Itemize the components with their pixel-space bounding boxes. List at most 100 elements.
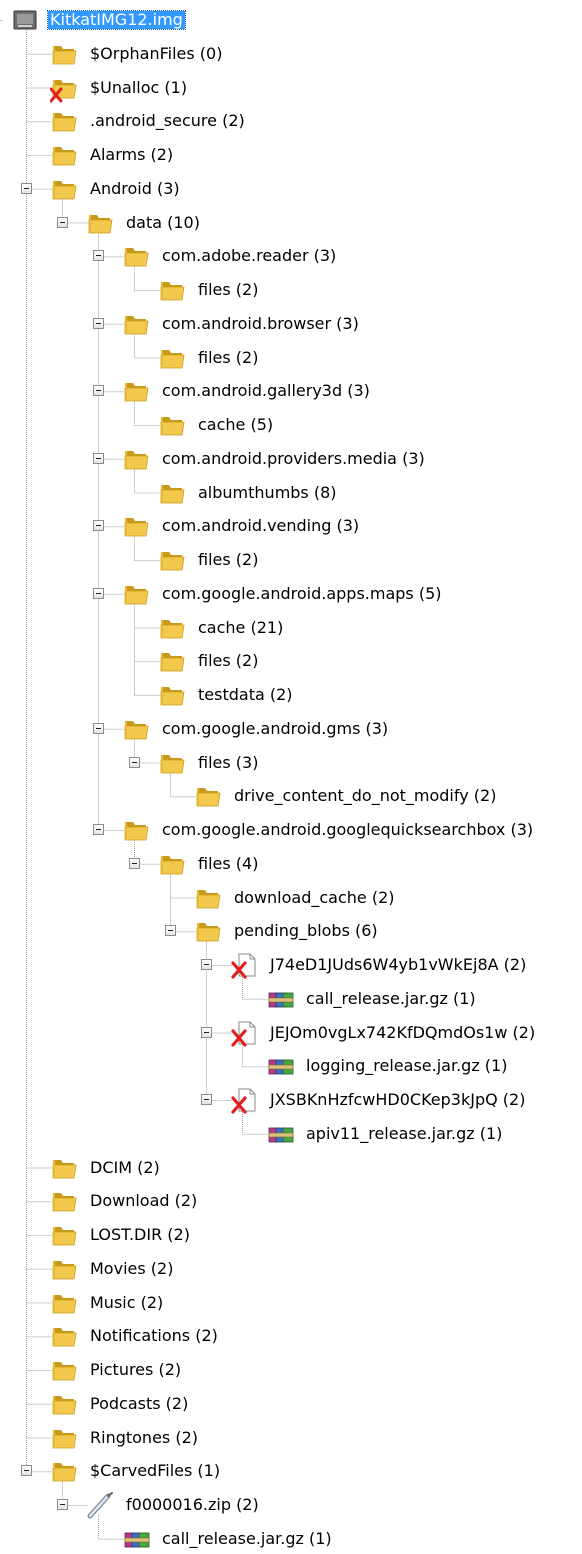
tree-node[interactable]: f0000016.zip (2): [0, 1490, 582, 1520]
tree-node[interactable]: J74eD1JUds6W4yb1vWkEj8A (2): [0, 950, 582, 980]
tree-node-label[interactable]: call_release.jar.gz (1): [160, 1529, 334, 1548]
tree-node[interactable]: JEJOm0vgLx742KfDQmdOs1w (2): [0, 1018, 582, 1048]
tree-node[interactable]: com.google.android.apps.maps (5): [0, 579, 582, 609]
tree-node[interactable]: Music (2): [0, 1288, 582, 1318]
tree-node[interactable]: cache (21): [0, 613, 582, 643]
tree-node[interactable]: drive_content_do_not_modify (2): [0, 781, 582, 811]
tree-node-label[interactable]: com.google.android.gms (3): [160, 719, 390, 738]
collapse-toggle-icon[interactable]: [129, 756, 140, 768]
tree-node-label[interactable]: Download (2): [88, 1192, 199, 1210]
tree-node-label[interactable]: com.android.providers.media (3): [160, 449, 427, 468]
collapse-toggle-icon[interactable]: [93, 385, 104, 397]
collapse-toggle-icon[interactable]: [201, 1026, 212, 1038]
tree-node[interactable]: files (2): [0, 646, 582, 676]
tree-node[interactable]: com.android.providers.media (3): [0, 444, 582, 474]
tree-node-label[interactable]: files (2): [196, 281, 260, 299]
tree-node[interactable]: download_cache (2): [0, 883, 582, 913]
tree-node-label[interactable]: $Unalloc (1): [88, 78, 189, 97]
tree-node-label[interactable]: call_release.jar.gz (1): [304, 989, 478, 1008]
tree-node[interactable]: testdata (2): [0, 680, 582, 710]
tree-node-label[interactable]: f0000016.zip (2): [124, 1496, 261, 1514]
tree-node[interactable]: KitkatIMG12.img: [0, 5, 582, 35]
tree-node[interactable]: com.android.gallery3d (3): [0, 376, 582, 406]
tree-node-label[interactable]: $OrphanFiles (0): [88, 44, 224, 63]
tree-node[interactable]: data (10): [0, 208, 582, 238]
tree-node-label[interactable]: Podcasts (2): [88, 1394, 190, 1413]
tree-node[interactable]: Ringtones (2): [0, 1423, 582, 1453]
tree-node[interactable]: Notifications (2): [0, 1321, 582, 1351]
tree-node[interactable]: DCIM (2): [0, 1153, 582, 1183]
tree-node[interactable]: files (2): [0, 343, 582, 373]
tree-node-label[interactable]: files (3): [196, 753, 260, 772]
tree-node[interactable]: files (4): [0, 849, 582, 879]
tree-node-label[interactable]: files (2): [196, 652, 260, 670]
tree-node-label[interactable]: data (10): [124, 213, 202, 232]
collapse-toggle-icon[interactable]: [93, 722, 104, 734]
tree-node-label[interactable]: testdata (2): [196, 686, 295, 704]
tree-node-label[interactable]: download_cache (2): [232, 888, 397, 907]
tree-node-label[interactable]: cache (5): [196, 416, 275, 434]
tree-node[interactable]: call_release.jar.gz (1): [0, 984, 582, 1014]
collapse-toggle-icon[interactable]: [21, 182, 32, 194]
collapse-toggle-icon[interactable]: [201, 1094, 212, 1105]
tree-node[interactable]: com.google.android.gms (3): [0, 714, 582, 744]
tree-node[interactable]: Pictures (2): [0, 1355, 582, 1385]
collapse-toggle-icon[interactable]: [57, 1499, 68, 1510]
tree-node[interactable]: files (2): [0, 545, 582, 575]
tree-node[interactable]: albumthumbs (8): [0, 478, 582, 508]
tree-node-label[interactable]: Android (3): [88, 179, 182, 198]
tree-node[interactable]: com.google.android.googlequicksearchbox …: [0, 815, 582, 845]
tree-node[interactable]: JXSBKnHzfcwHD0CKep3kJpQ (2): [0, 1085, 582, 1115]
tree-node-label[interactable]: com.adobe.reader (3): [160, 247, 338, 265]
tree-node[interactable]: com.android.vending (3): [0, 511, 582, 541]
tree-node[interactable]: $Unalloc (1): [0, 73, 582, 103]
tree-node-label[interactable]: files (2): [196, 348, 260, 367]
collapse-toggle-icon[interactable]: [129, 857, 140, 869]
tree-node-label[interactable]: albumthumbs (8): [196, 483, 339, 502]
tree-node-label[interactable]: $CarvedFiles (1): [88, 1462, 222, 1480]
collapse-toggle-icon[interactable]: [93, 250, 104, 262]
tree-node[interactable]: Movies (2): [0, 1254, 582, 1284]
tree-node[interactable]: Alarms (2): [0, 140, 582, 170]
tree-node-label[interactable]: com.android.browser (3): [160, 314, 361, 333]
tree-node[interactable]: logging_release.jar.gz (1): [0, 1051, 582, 1081]
tree-node-label[interactable]: logging_release.jar.gz (1): [304, 1057, 509, 1075]
collapse-toggle-icon[interactable]: [93, 824, 104, 835]
tree-node-label[interactable]: Pictures (2): [88, 1361, 183, 1379]
tree-node[interactable]: Podcasts (2): [0, 1389, 582, 1419]
tree-node-label[interactable]: com.google.android.apps.maps (5): [160, 584, 444, 603]
tree-node[interactable]: .android_secure (2): [0, 106, 582, 136]
tree-node[interactable]: pending_blobs (6): [0, 916, 582, 946]
tree-node-label[interactable]: Movies (2): [88, 1259, 175, 1278]
tree-node-label[interactable]: Music (2): [88, 1293, 165, 1312]
tree-node-label[interactable]: JXSBKnHzfcwHD0CKep3kJpQ (2): [268, 1091, 527, 1109]
collapse-toggle-icon[interactable]: [165, 925, 176, 937]
tree-node-label[interactable]: drive_content_do_not_modify (2): [232, 787, 498, 805]
tree-node[interactable]: $CarvedFiles (1): [0, 1456, 582, 1486]
tree-node[interactable]: com.android.browser (3): [0, 309, 582, 339]
collapse-toggle-icon[interactable]: [93, 520, 104, 532]
tree-node[interactable]: $OrphanFiles (0): [0, 39, 582, 69]
collapse-toggle-icon[interactable]: [201, 959, 212, 970]
tree-node-label[interactable]: LOST.DIR (2): [88, 1226, 192, 1244]
tree-node-label[interactable]: J74eD1JUds6W4yb1vWkEj8A (2): [268, 956, 528, 974]
tree-node-label[interactable]: JEJOm0vgLx742KfDQmdOs1w (2): [268, 1023, 537, 1042]
tree-node[interactable]: apiv11_release.jar.gz (1): [0, 1119, 582, 1149]
collapse-toggle-icon[interactable]: [21, 1465, 32, 1477]
tree-node[interactable]: files (3): [0, 748, 582, 778]
tree-node-label[interactable]: Notifications (2): [88, 1327, 220, 1345]
tree-node-label[interactable]: pending_blobs (6): [232, 922, 380, 940]
tree-node-label[interactable]: files (4): [196, 854, 260, 873]
tree-node[interactable]: cache (5): [0, 410, 582, 440]
tree-node-label[interactable]: cache (21): [196, 618, 285, 637]
collapse-toggle-icon[interactable]: [93, 317, 104, 329]
tree-node-label[interactable]: com.android.gallery3d (3): [160, 382, 372, 400]
tree-node[interactable]: com.adobe.reader (3): [0, 241, 582, 271]
collapse-toggle-icon[interactable]: [93, 587, 104, 599]
tree-node[interactable]: Download (2): [0, 1186, 582, 1216]
tree-node-label[interactable]: apiv11_release.jar.gz (1): [304, 1124, 504, 1143]
tree-node-label[interactable]: files (2): [196, 551, 260, 569]
tree-node[interactable]: call_release.jar.gz (1): [0, 1524, 582, 1554]
collapse-toggle-icon[interactable]: [93, 452, 104, 464]
collapse-toggle-icon[interactable]: [57, 216, 68, 228]
